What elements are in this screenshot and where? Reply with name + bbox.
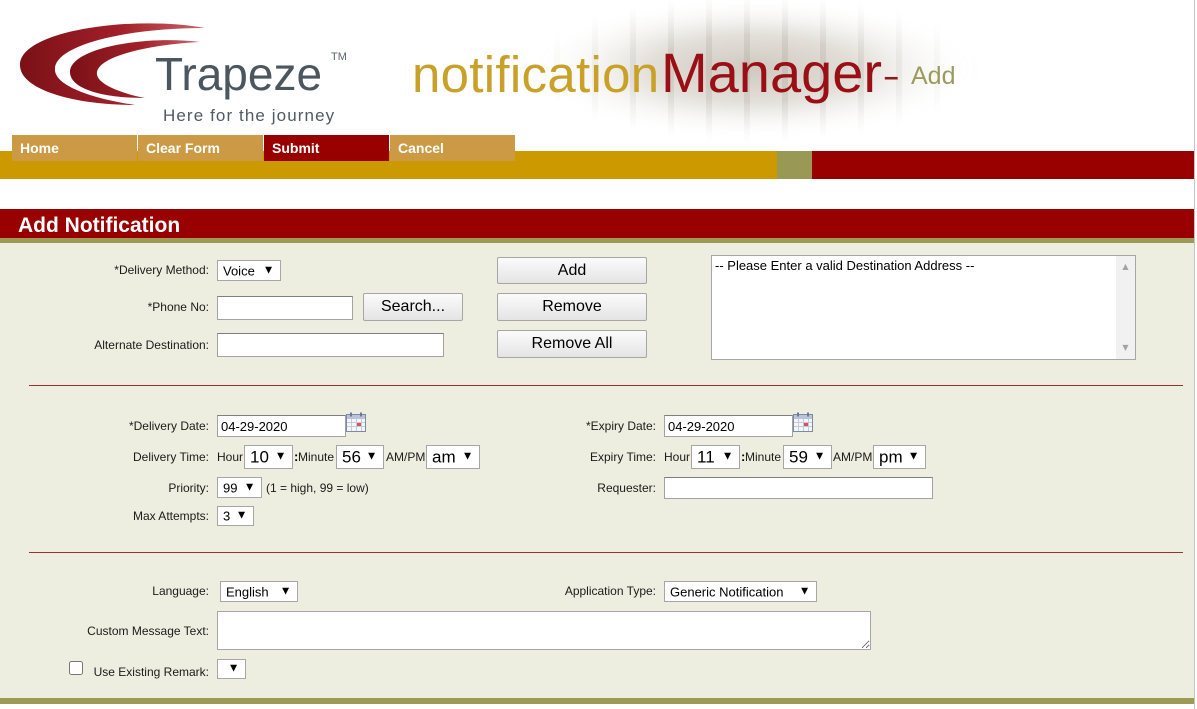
expiry-minute-label: Minute bbox=[745, 450, 782, 464]
custom-message-textarea[interactable] bbox=[217, 611, 871, 650]
dropdown-arrow-icon: ▼ bbox=[246, 482, 253, 492]
remove-all-destinations-button[interactable]: Remove All bbox=[497, 330, 647, 358]
dropdown-arrow-icon: ▼ bbox=[910, 451, 917, 462]
scroll-down-arrow-icon[interactable]: ▼ bbox=[1116, 344, 1135, 352]
expiry-ampm-select[interactable]: pm ▼ bbox=[873, 445, 926, 469]
max-attempts-select[interactable]: 3 ▼ bbox=[217, 506, 254, 526]
expiry-hour-select[interactable]: 11 ▼ bbox=[691, 445, 740, 469]
section-divider bbox=[29, 385, 1183, 386]
page: Trapeze TM Here for the journey notifica… bbox=[0, 0, 1197, 709]
destination-list[interactable]: -- Please Enter a valid Destination Addr… bbox=[711, 255, 1136, 360]
application-type-select[interactable]: Generic Notification ▼ bbox=[664, 581, 817, 602]
dropdown-arrow-icon: ▼ bbox=[724, 451, 731, 462]
application-type-label: Application Type: bbox=[564, 584, 656, 598]
page-title: Add Notification bbox=[18, 214, 181, 237]
priority-hint: (1 = high, 99 = low) bbox=[266, 481, 369, 495]
nav-tab-cancel[interactable]: Cancel bbox=[390, 135, 515, 161]
search-button[interactable]: Search... bbox=[363, 293, 463, 321]
nav-bar-red bbox=[812, 151, 1194, 179]
custom-message-label: Custom Message Text: bbox=[87, 624, 209, 638]
delivery-time-label: Delivery Time: bbox=[132, 450, 209, 464]
delivery-minute-select[interactable]: 56 ▼ bbox=[336, 445, 384, 469]
alternate-destination-label: Alternate Destination: bbox=[94, 338, 209, 352]
priority-value: 99 bbox=[223, 480, 238, 495]
requester-input[interactable] bbox=[664, 477, 933, 499]
existing-remark-select[interactable]: ▼ bbox=[217, 659, 246, 679]
expiry-ampm-label: AM/PM bbox=[833, 450, 873, 464]
max-attempts-label: Max Attempts: bbox=[132, 509, 209, 523]
expiry-hour-value: 11 bbox=[697, 447, 715, 467]
dropdown-arrow-icon: ▼ bbox=[238, 510, 245, 521]
max-attempts-value: 3 bbox=[223, 508, 231, 524]
expiry-ampm-value: pm bbox=[879, 447, 903, 467]
expiry-hour-label: Hour bbox=[664, 450, 691, 464]
remove-destination-button[interactable]: Remove bbox=[497, 293, 647, 321]
language-value: English bbox=[226, 584, 269, 599]
phone-no-input[interactable] bbox=[217, 296, 353, 320]
language-select[interactable]: English ▼ bbox=[220, 581, 298, 602]
expiry-date-input[interactable] bbox=[664, 415, 793, 437]
app-title-separator: – bbox=[884, 61, 899, 91]
delivery-date-input[interactable] bbox=[217, 415, 346, 437]
requester-label: Requester: bbox=[597, 481, 656, 495]
nav-bar-olive bbox=[777, 151, 812, 179]
dropdown-arrow-icon: ▼ bbox=[816, 451, 823, 462]
expiry-minute-select[interactable]: 59 ▼ bbox=[783, 445, 832, 469]
section-divider bbox=[29, 552, 1183, 553]
delivery-minute-value: 56 bbox=[342, 447, 361, 467]
expiry-time-label: Expiry Time: bbox=[589, 450, 656, 464]
page-mode-label: Add bbox=[911, 62, 956, 90]
dropdown-arrow-icon: ▼ bbox=[368, 451, 375, 462]
delivery-date-label: *Delivery Date: bbox=[128, 419, 209, 433]
phone-no-label: *Phone No: bbox=[147, 300, 209, 314]
dropdown-arrow-icon: ▼ bbox=[277, 451, 284, 462]
delivery-hour-label: Hour bbox=[217, 450, 244, 464]
form-bottom-border bbox=[0, 698, 1194, 704]
window-right-edge bbox=[1194, 0, 1195, 709]
use-existing-remark-label: Use Existing Remark: bbox=[93, 665, 209, 679]
list-item[interactable]: -- Please Enter a valid Destination Addr… bbox=[715, 258, 974, 273]
scroll-up-arrow-icon[interactable]: ▲ bbox=[1116, 263, 1135, 271]
brand-tagline: Here for the journey bbox=[163, 106, 336, 125]
brand-name: Trapeze bbox=[155, 48, 323, 100]
calendar-icon[interactable] bbox=[346, 412, 366, 432]
delivery-method-label: *Delivery Method: bbox=[114, 263, 209, 277]
app-title-notification: notification bbox=[412, 46, 660, 103]
delivery-minute-label: Minute bbox=[298, 450, 335, 464]
nav-tab-submit[interactable]: Submit bbox=[264, 135, 389, 161]
dropdown-arrow-icon: ▼ bbox=[801, 586, 808, 596]
dropdown-arrow-icon: ▼ bbox=[282, 586, 289, 596]
delivery-method-select[interactable]: Voice ▼ bbox=[217, 260, 281, 281]
trademark-symbol: TM bbox=[331, 51, 347, 63]
expiry-date-label: *Expiry Date: bbox=[585, 419, 656, 433]
dropdown-arrow-icon: ▼ bbox=[230, 663, 237, 674]
add-destination-button[interactable]: Add bbox=[497, 257, 647, 284]
dropdown-arrow-icon: ▼ bbox=[265, 265, 272, 275]
nav-tab-home[interactable]: Home bbox=[12, 135, 137, 161]
delivery-hour-select[interactable]: 10 ▼ bbox=[244, 445, 293, 469]
app-title-manager: Manager bbox=[661, 41, 883, 104]
language-label: Language: bbox=[152, 584, 209, 598]
expiry-minute-value: 59 bbox=[789, 447, 808, 467]
priority-select[interactable]: 99 ▼ bbox=[217, 477, 262, 498]
alternate-destination-input[interactable] bbox=[217, 333, 444, 357]
nav-tab-clear-form[interactable]: Clear Form bbox=[138, 135, 263, 161]
calendar-icon[interactable] bbox=[793, 412, 813, 432]
priority-label: Priority: bbox=[168, 481, 209, 495]
delivery-hour-value: 10 bbox=[250, 447, 269, 467]
delivery-method-value: Voice bbox=[223, 263, 255, 278]
application-type-value: Generic Notification bbox=[670, 584, 784, 599]
destination-list-scrollbar[interactable]: ▲ ▼ bbox=[1116, 256, 1135, 359]
